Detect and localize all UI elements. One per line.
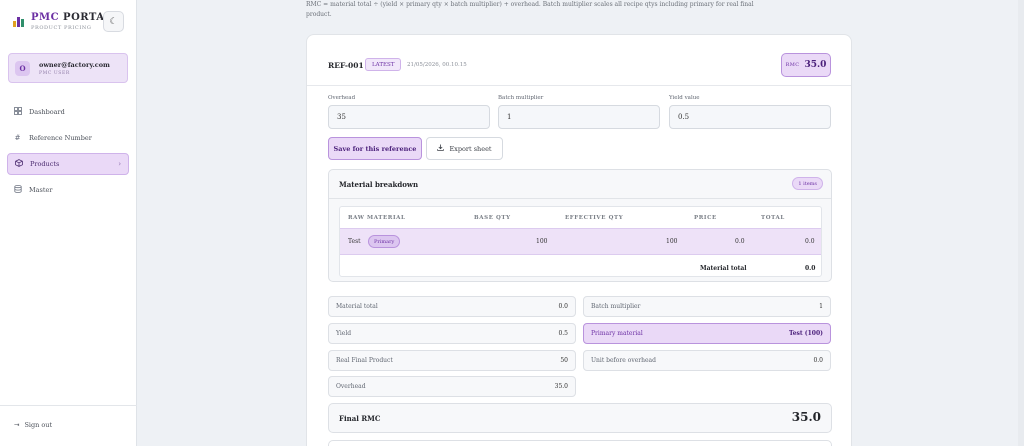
theme-toggle-button[interactable]: ☾ — [103, 11, 124, 32]
column-header: RAW MATERIAL — [348, 215, 406, 221]
chevron-right-icon: › — [118, 160, 121, 168]
rmc-badge: RMC 35.0 — [781, 53, 831, 77]
user-card[interactable]: O owner@factory.com PMC USER — [8, 53, 128, 83]
latest-badge: LATEST — [365, 58, 402, 71]
column-header: PRICE — [694, 215, 717, 221]
sign-out-icon: ⇥ — [14, 421, 20, 429]
yield-value-field[interactable]: 0.5 — [669, 105, 831, 129]
page-scrollbar[interactable] — [1018, 0, 1024, 446]
material-name: Test — [348, 238, 361, 245]
sidebar-item-label: Reference Number — [29, 134, 92, 142]
sidebar-item-label: Dashboard — [29, 108, 65, 116]
panel-title: Material breakdown — [339, 180, 419, 189]
bar-chart-logo-icon — [13, 15, 25, 27]
brand-subtitle: PRODUCT PRICING — [31, 25, 92, 31]
summary-yield: Yield 0.5 — [328, 323, 576, 344]
primary-tag: Primary — [368, 235, 401, 248]
hash-icon: # — [14, 134, 21, 142]
summary-unit-before-overhead: Unit before overhead 0.0 — [583, 350, 831, 371]
column-header: BASE QTY — [474, 215, 511, 221]
summary-overhead: Overhead 35.0 — [328, 376, 576, 397]
sign-out-button[interactable]: ⇥ Sign out — [14, 421, 52, 429]
export-sheet-button[interactable]: Export sheet — [426, 137, 503, 160]
sidebar-item-dashboard[interactable]: Dashboard — [7, 101, 129, 123]
summary-batch-multiplier: Batch multiplier 1 — [583, 296, 831, 317]
sidebar-item-label: Products — [30, 160, 60, 168]
next-panel — [328, 440, 832, 446]
final-rmc-value: 35.0 — [791, 410, 821, 424]
table-row[interactable]: Test Primary 100 100 0.0 0.0 — [340, 228, 821, 255]
effective-qty: 100 — [666, 238, 678, 245]
column-header: EFFECTIVE QTY — [565, 215, 624, 221]
brand-title: PMC PORTAL — [31, 12, 113, 23]
formula-note: RMC = material total ÷ (yield × primary … — [306, 1, 754, 18]
yield-value-label: Yield value — [669, 95, 700, 101]
final-rmc-label: Final RMC — [339, 414, 381, 423]
summary-real-final-product: Real Final Product 50 — [328, 350, 576, 371]
sidebar-item-products[interactable]: Products › — [7, 153, 129, 175]
user-role: PMC USER — [39, 71, 70, 76]
batch-multiplier-field[interactable]: 1 — [498, 105, 660, 129]
batch-multiplier-label: Batch multiplier — [498, 95, 544, 101]
avatar: O — [15, 61, 30, 76]
sidebar-item-label: Master — [29, 186, 53, 194]
grid-icon — [13, 107, 22, 117]
material-table: RAW MATERIAL BASE QTY EFFECTIVE QTY PRIC… — [339, 206, 822, 277]
reference-card: REF-001 LATEST 21/05/2026, 00.10.15 RMC … — [306, 34, 852, 446]
overhead-label: Overhead — [328, 95, 356, 101]
material-breakdown-panel: Material breakdown 1 items RAW MATERIAL … — [328, 169, 832, 282]
material-total-label: Material total — [700, 265, 747, 272]
moon-icon: ☾ — [109, 16, 118, 27]
divider — [329, 198, 831, 199]
base-qty: 100 — [536, 238, 548, 245]
column-header: TOTAL — [761, 215, 785, 221]
final-rmc-panel: Final RMC 35.0 — [328, 403, 832, 433]
database-icon — [13, 185, 22, 195]
user-email: owner@factory.com — [39, 61, 110, 69]
reference-id: REF-001 — [328, 61, 364, 70]
summary-material-total: Material total 0.0 — [328, 296, 576, 317]
overhead-field[interactable]: 35 — [328, 105, 490, 129]
sidebar: PMC PORTAL PRODUCT PRICING ☾ O owner@fac… — [0, 0, 137, 446]
download-icon — [437, 144, 445, 153]
material-total-value: 0.0 — [805, 265, 816, 272]
reference-date: 21/05/2026, 00.10.15 — [407, 62, 467, 68]
sidebar-divider — [0, 405, 137, 406]
items-count-badge: 1 items — [792, 177, 823, 190]
sidebar-item-reference-number[interactable]: # Reference Number — [7, 127, 129, 149]
row-total: 0.0 — [805, 238, 815, 245]
divider — [307, 85, 851, 86]
sidebar-item-master[interactable]: Master — [7, 179, 129, 201]
brand[interactable]: PMC PORTAL PRODUCT PRICING — [13, 12, 112, 31]
save-button[interactable]: Save for this reference — [328, 137, 422, 160]
summary-primary-material: Primary material Test (100) — [583, 323, 831, 344]
price: 0.0 — [735, 238, 745, 245]
box-icon — [14, 159, 23, 169]
